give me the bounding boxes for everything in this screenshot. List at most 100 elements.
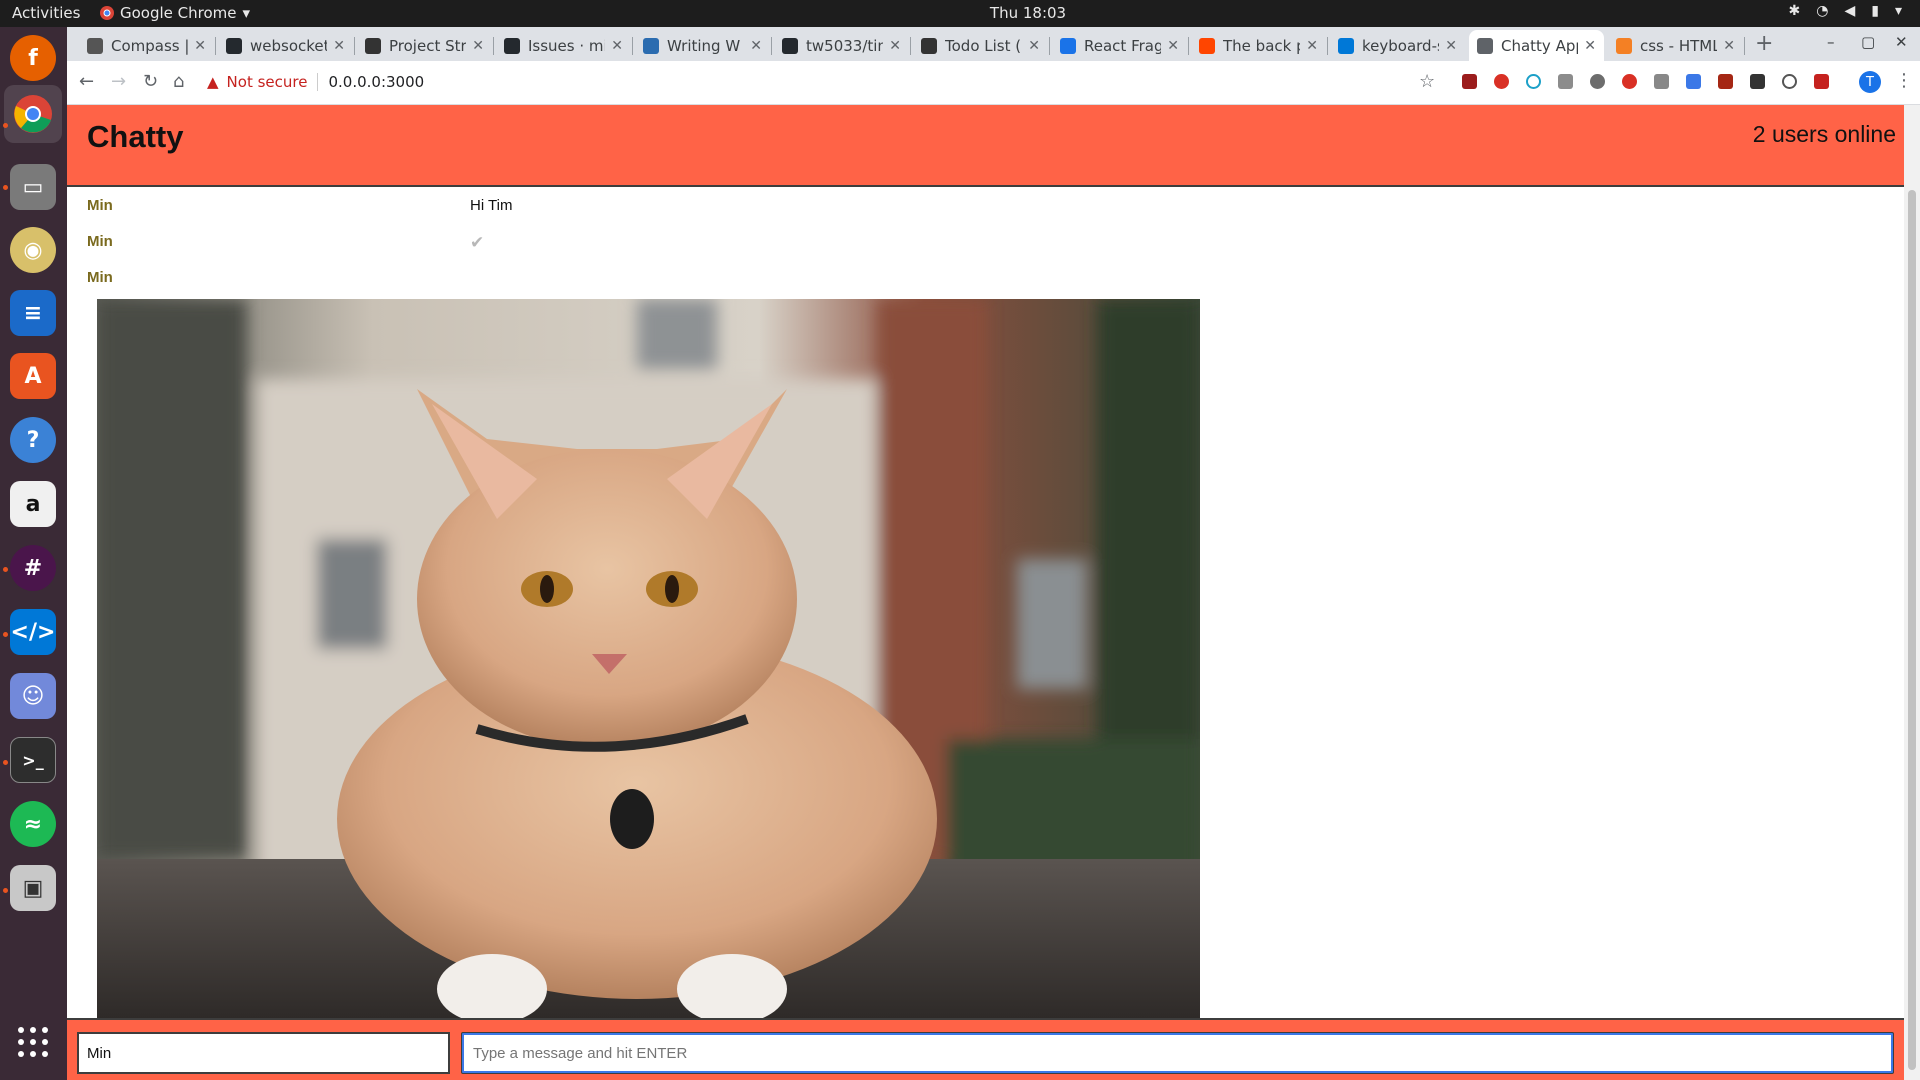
shield-icon[interactable]	[1526, 74, 1541, 89]
close-tab-icon[interactable]: ✕	[1306, 38, 1318, 54]
amazon-icon[interactable]: a	[10, 481, 56, 527]
back-icon[interactable]: ←	[79, 71, 94, 92]
tab-github[interactable]: Issues · mi ✕	[496, 30, 631, 61]
security-label[interactable]: Not secure	[227, 73, 308, 91]
tab-github[interactable]: websocket ✕	[218, 30, 353, 61]
scrollbar-thumb[interactable]	[1908, 190, 1916, 1070]
close-tab-icon[interactable]: ✕	[1445, 38, 1457, 54]
software-center-icon[interactable]: A	[10, 353, 56, 399]
tab-reddit[interactable]: The back p ✕	[1191, 30, 1326, 61]
slack-tray-icon[interactable]: ✱	[1789, 3, 1801, 19]
tab-title: Chatty App	[1501, 36, 1579, 55]
forward-icon[interactable]: →	[111, 71, 126, 92]
tab-stackoverflow[interactable]: css - HTML ✕	[1608, 30, 1743, 61]
brand-title[interactable]: Chatty	[87, 119, 183, 155]
extension-icon[interactable]	[1494, 74, 1509, 89]
globe-icon	[1477, 37, 1493, 54]
message: Min Hi Tim	[67, 189, 1904, 225]
running-indicator	[3, 632, 8, 637]
system-tray[interactable]: ✱ ◔ ◀ ▮ ▾	[1789, 3, 1902, 19]
record-icon[interactable]	[1622, 74, 1637, 89]
username-input[interactable]	[77, 1032, 450, 1074]
close-tab-icon[interactable]: ✕	[1028, 38, 1040, 54]
tab-globe[interactable]: Chatty App ✕	[1469, 30, 1604, 61]
extension-icon[interactable]	[1590, 74, 1605, 89]
app-menu[interactable]: Google Chrome ▾	[100, 4, 250, 22]
message-username: Min	[87, 233, 113, 250]
vscode-icon	[1338, 37, 1354, 54]
profile-avatar[interactable]: T	[1859, 71, 1881, 93]
github-icon	[504, 37, 520, 54]
tab-docs[interactable]: React Frag ✕	[1052, 30, 1187, 61]
help-icon[interactable]: ?	[10, 417, 56, 463]
extension-icon[interactable]	[1750, 74, 1765, 89]
close-tab-icon[interactable]: ✕	[1584, 38, 1596, 54]
bookmark-star-icon[interactable]: ☆	[1419, 71, 1435, 92]
tab-title: React Frag	[1084, 36, 1162, 55]
tab-github[interactable]: tw5033/tin ✕	[774, 30, 909, 61]
close-tab-icon[interactable]: ✕	[750, 38, 762, 54]
warning-icon[interactable]: ▲	[207, 73, 219, 91]
url-text[interactable]: 0.0.0.0:3000	[328, 73, 424, 91]
spotify-icon[interactable]: ≈	[10, 801, 56, 847]
volume-icon: ◀	[1844, 3, 1856, 19]
activities-button[interactable]: Activities	[12, 4, 80, 22]
checkmark-emoji: ✔	[470, 233, 485, 252]
firefox-icon[interactable]: f	[10, 35, 56, 81]
new-tab-icon[interactable]: +	[1755, 31, 1773, 56]
maximize-icon[interactable]: ▢	[1861, 33, 1875, 51]
shield-plus-icon[interactable]	[1718, 74, 1733, 89]
extension-icon[interactable]	[1558, 74, 1573, 89]
chrome-dock-item[interactable]	[4, 85, 62, 143]
tab-book[interactable]: Writing W ✕	[635, 30, 770, 61]
show-applications-icon[interactable]	[18, 1027, 48, 1057]
browser-toolbar: ← → ↻ ⌂ ▲ Not secure 0.0.0.0:3000 ☆ T ⋮	[67, 61, 1920, 105]
rhythmbox-icon[interactable]: ◉	[10, 227, 56, 273]
reload-icon[interactable]: ↻	[143, 71, 158, 92]
tab-separator	[1327, 37, 1328, 55]
close-tab-icon[interactable]: ✕	[1723, 38, 1735, 54]
tab-compass[interactable]: Compass | ✕	[79, 30, 214, 61]
home-icon[interactable]: ⌂	[173, 71, 184, 92]
pulse-icon[interactable]	[1654, 74, 1669, 89]
tab-title: css - HTML	[1640, 36, 1718, 55]
running-indicator	[3, 760, 8, 765]
message-input[interactable]	[461, 1032, 1894, 1074]
tab-title: Compass |	[111, 36, 189, 55]
slack-icon[interactable]: #	[10, 545, 56, 591]
tab-vscode[interactable]: keyboard-s ✕	[1330, 30, 1465, 61]
tab-separator	[632, 37, 633, 55]
tab-separator	[354, 37, 355, 55]
close-tab-icon[interactable]: ✕	[611, 38, 623, 54]
discord-icon[interactable]: ☺	[10, 673, 56, 719]
vscode-icon[interactable]: </>	[10, 609, 56, 655]
tab-cube[interactable]: Todo List (✕	[913, 30, 1048, 61]
tab-document[interactable]: Project Str ✕	[357, 30, 492, 61]
address-bar[interactable]: ▲ Not secure 0.0.0.0:3000	[207, 67, 1457, 97]
tab-title: Issues · mi	[528, 36, 606, 55]
screenshot-icon[interactable]: ▣	[10, 865, 56, 911]
extension-icon[interactable]	[1814, 74, 1829, 89]
clock[interactable]: Thu 18:03	[0, 4, 1920, 22]
tab-separator	[1744, 37, 1745, 55]
running-indicator	[3, 567, 8, 572]
page-scrollbar[interactable]	[1904, 105, 1920, 1080]
close-tab-icon[interactable]: ✕	[333, 38, 345, 54]
minimize-icon[interactable]: –	[1827, 33, 1835, 51]
close-tab-icon[interactable]: ✕	[1167, 38, 1179, 54]
close-tab-icon[interactable]: ✕	[889, 38, 901, 54]
terminal-icon[interactable]: >_	[10, 737, 56, 783]
writer-icon[interactable]: ≡	[10, 290, 56, 336]
chevron-down-icon: ▾	[242, 4, 251, 22]
close-tab-icon[interactable]: ✕	[194, 38, 206, 54]
extension-icon[interactable]	[1686, 74, 1701, 89]
files-icon[interactable]: ▭	[10, 164, 56, 210]
close-window-icon[interactable]: ✕	[1895, 33, 1908, 51]
extension-icon[interactable]	[1782, 74, 1797, 89]
ublock-icon[interactable]	[1462, 74, 1477, 89]
document-icon	[365, 37, 381, 54]
divider	[317, 73, 319, 91]
running-indicator	[3, 123, 8, 128]
close-tab-icon[interactable]: ✕	[472, 38, 484, 54]
menu-dots-icon[interactable]: ⋮	[1895, 70, 1913, 91]
